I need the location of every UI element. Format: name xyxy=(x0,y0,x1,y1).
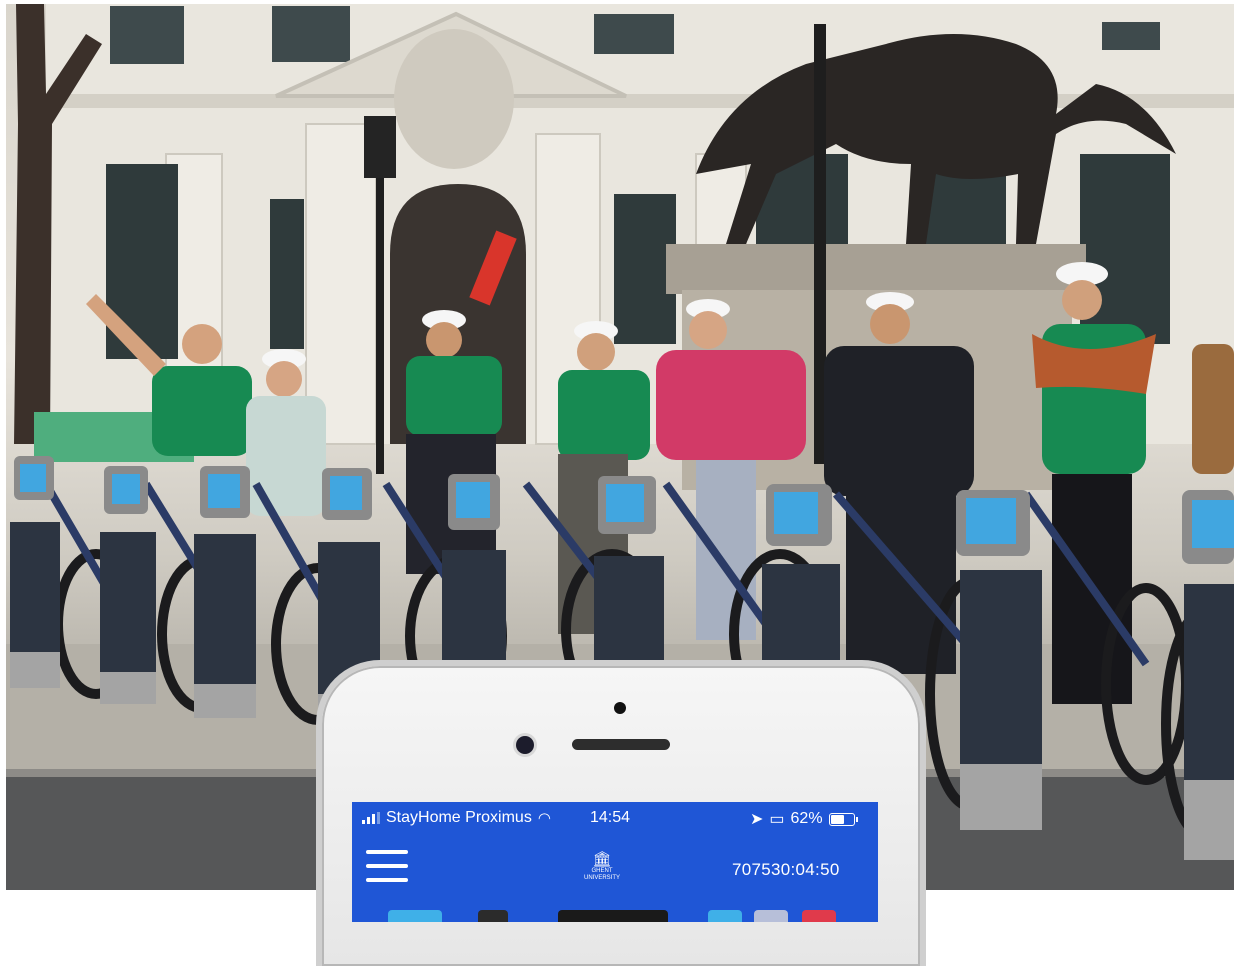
signal-icon xyxy=(362,812,380,824)
app-bar: 🏛 GHENT UNIVERSITY 707530:04:50 xyxy=(352,840,878,900)
app-tiles-row xyxy=(352,906,878,922)
wifi-icon: ◠ xyxy=(537,810,551,827)
tile[interactable] xyxy=(558,910,668,922)
building-icon: 🏛 xyxy=(592,851,612,868)
phone-screen: StayHome Proximus ◠ 14:54 ➤ ▭ 62% 🏛 GHEN… xyxy=(352,802,878,922)
menu-icon[interactable] xyxy=(366,850,408,884)
tile[interactable] xyxy=(478,910,508,922)
earpiece-speaker xyxy=(572,739,670,750)
tile[interactable] xyxy=(754,910,788,922)
screen-mirror-icon: ▭ xyxy=(769,811,785,828)
session-counter: 707530:04:50 xyxy=(732,860,840,879)
front-camera xyxy=(516,736,534,754)
university-logo: 🏛 GHENT UNIVERSITY xyxy=(582,852,622,882)
status-time: 14:54 xyxy=(590,809,631,826)
tile[interactable] xyxy=(708,910,742,922)
tile[interactable] xyxy=(388,910,442,922)
status-bar: StayHome Proximus ◠ 14:54 ➤ ▭ 62% xyxy=(352,802,878,832)
tile[interactable] xyxy=(802,910,836,922)
battery-icon xyxy=(828,812,858,826)
location-icon: ➤ xyxy=(750,811,764,828)
carrier-name: StayHome Proximus xyxy=(386,809,532,826)
phone-mockup: StayHome Proximus ◠ 14:54 ➤ ▭ 62% 🏛 GHEN… xyxy=(316,660,926,966)
battery-percent: 62% xyxy=(790,810,823,827)
logo-line2: UNIVERSITY xyxy=(583,875,620,881)
proximity-sensor xyxy=(614,702,626,714)
logo-line1: GHENT xyxy=(591,868,613,874)
